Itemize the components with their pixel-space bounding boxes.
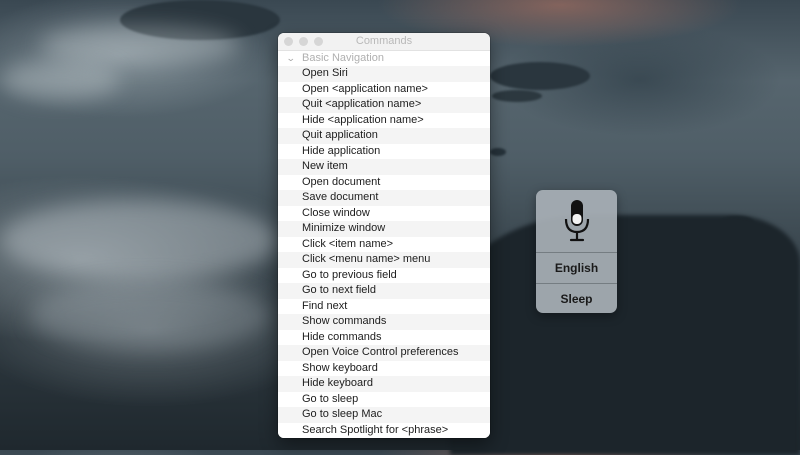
section-header-basic-navigation[interactable]: ⌄ Basic Navigation (278, 51, 490, 66)
command-row[interactable]: Click <menu name> menu (278, 252, 490, 268)
command-row[interactable]: Hide <application name> (278, 112, 490, 128)
command-row[interactable]: Open document (278, 174, 490, 190)
command-row[interactable]: Hide commands (278, 329, 490, 345)
command-row[interactable]: Open Voice Control preferences (278, 345, 490, 361)
command-row[interactable]: Minimize window (278, 221, 490, 237)
command-row[interactable]: Go to sleep Mac (278, 407, 490, 423)
command-row[interactable]: Close window (278, 205, 490, 221)
command-row[interactable]: Click <item name> (278, 236, 490, 252)
command-row[interactable]: Show commands (278, 314, 490, 330)
command-row[interactable]: Hide application (278, 143, 490, 159)
language-button[interactable]: English (536, 252, 617, 283)
command-row[interactable]: Go to previous field (278, 267, 490, 283)
command-row[interactable]: Hide keyboard (278, 376, 490, 392)
commands-window: Commands ⌄ Basic Navigation Open Siri Ope… (278, 33, 490, 438)
chevron-down-icon[interactable]: ⌄ (286, 51, 304, 66)
command-row[interactable]: Show keyboard (278, 360, 490, 376)
command-row[interactable]: Go to next field (278, 283, 490, 299)
command-row[interactable]: Find next (278, 298, 490, 314)
sleep-button[interactable]: Sleep (536, 283, 617, 313)
command-row[interactable]: Save document (278, 190, 490, 206)
window-titlebar[interactable]: Commands (278, 33, 490, 51)
section-title: Basic Navigation (302, 52, 384, 64)
command-row[interactable]: Search Spotlight for <phrase> (278, 422, 490, 438)
command-row[interactable]: Open <application name> (278, 81, 490, 97)
command-row[interactable]: Quit <application name> (278, 97, 490, 113)
command-row[interactable]: Open Siri (278, 66, 490, 82)
window-title: Commands (355, 35, 413, 47)
microphone-icon (564, 200, 589, 242)
commands-list: Open Siri Open <application name> Quit <ap… (278, 66, 490, 438)
command-row[interactable]: Quit application (278, 128, 490, 144)
microphone-button[interactable] (536, 190, 617, 252)
command-row[interactable]: Go to sleep (278, 391, 490, 407)
voice-control-widget: English Sleep (536, 190, 617, 313)
command-row[interactable]: New item (278, 159, 490, 175)
